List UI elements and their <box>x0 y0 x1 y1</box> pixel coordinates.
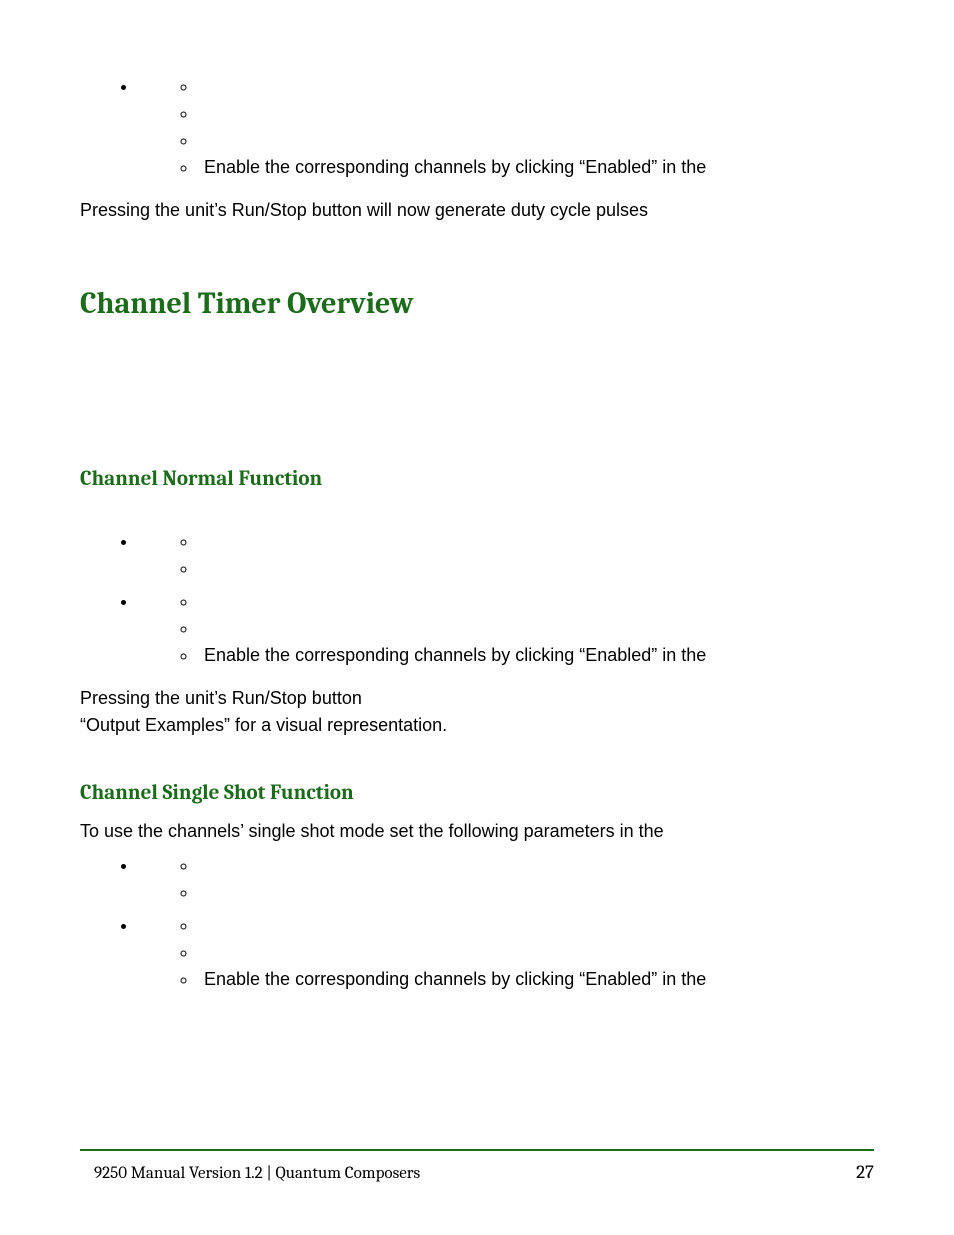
top-list: Enable the corresponding channels by cli… <box>138 70 874 184</box>
top-paragraph: Pressing the unit’s Run/Stop button will… <box>80 198 874 222</box>
list-item <box>198 73 874 100</box>
normal-paragraph-1: Pressing the unit’s Run/Stop button <box>80 686 874 710</box>
page-footer: 9250 Manual Version 1.2 | Quantum Compos… <box>80 1149 874 1183</box>
single-list: Enable the corresponding channels by cli… <box>138 849 874 996</box>
list-item <box>198 588 874 615</box>
list-item <box>198 528 874 555</box>
spacer <box>80 329 874 439</box>
single-sublist-2: Enable the corresponding channels by cli… <box>198 912 874 993</box>
top-sublist: Enable the corresponding channels by cli… <box>198 73 874 181</box>
list-item <box>198 127 874 154</box>
spacer <box>80 743 874 753</box>
single-sublist-1 <box>198 852 874 906</box>
list-item: Enable the corresponding channels by cli… <box>138 909 874 996</box>
normal-sublist-1 <box>198 528 874 582</box>
list-item <box>198 912 874 939</box>
list-item <box>138 525 874 585</box>
list-item <box>198 879 874 906</box>
subheading-channel-single-shot-function: Channel Single Shot Function <box>80 781 874 805</box>
list-text: Enable the corresponding channels by cli… <box>204 157 706 177</box>
list-item: Enable the corresponding channels by cli… <box>198 966 874 993</box>
list-item: Enable the corresponding channels by cli… <box>138 585 874 672</box>
list-text: Enable the corresponding channels by cli… <box>204 969 706 989</box>
subheading-channel-normal-function: Channel Normal Function <box>80 467 874 491</box>
normal-list: Enable the corresponding channels by cli… <box>138 525 874 672</box>
spacer <box>80 499 874 525</box>
list-item <box>198 852 874 879</box>
page-number: 27 <box>856 1161 874 1183</box>
footer-text: 9250 Manual Version 1.2 | Quantum Compos… <box>80 1164 420 1183</box>
list-item: Enable the corresponding channels by cli… <box>138 70 874 184</box>
list-item <box>198 615 874 642</box>
list-item <box>198 555 874 582</box>
normal-paragraph-2: “Output Examples” for a visual represent… <box>80 713 874 737</box>
list-item: Enable the corresponding channels by cli… <box>198 154 874 181</box>
section-heading-channel-timer-overview: Channel Timer Overview <box>80 286 874 321</box>
list-item: Enable the corresponding channels by cli… <box>198 642 874 669</box>
list-text: Enable the corresponding channels by cli… <box>204 645 706 665</box>
list-item <box>198 939 874 966</box>
normal-sublist-2: Enable the corresponding channels by cli… <box>198 588 874 669</box>
single-intro: To use the channels’ single shot mode se… <box>80 819 874 843</box>
page-content: Enable the corresponding channels by cli… <box>80 70 874 1175</box>
list-item <box>138 849 874 909</box>
list-item <box>198 100 874 127</box>
